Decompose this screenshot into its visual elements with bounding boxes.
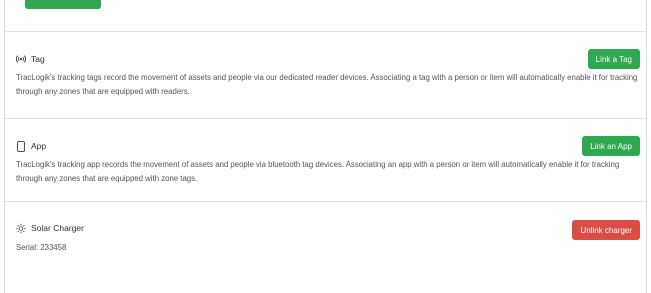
app-title: App (31, 141, 47, 151)
tag-title: Tag (31, 54, 45, 64)
content-panel: Tag Link a Tag TracLogik's tracking tags… (4, 0, 647, 293)
divider (5, 118, 646, 119)
divider (5, 201, 646, 202)
radio-signal-icon (16, 53, 26, 65)
tag-description: TracLogik's tracking tags record the mov… (16, 73, 638, 96)
app-description: TracLogik's tracking app records the mov… (16, 160, 620, 183)
link-app-button[interactable]: Link an App (582, 136, 640, 156)
top-partial-button[interactable] (25, 0, 101, 9)
phone-icon (16, 140, 26, 152)
charger-header: Solar Charger (16, 218, 84, 238)
unlink-charger-button[interactable]: Unlink charger (572, 220, 640, 240)
charger-title: Solar Charger (31, 223, 84, 233)
app-header: App (16, 136, 46, 156)
divider (5, 31, 646, 32)
charger-serial: Serial: 233458 (16, 243, 67, 252)
sun-icon (16, 222, 26, 234)
link-tag-button[interactable]: Link a Tag (587, 49, 640, 69)
tag-header: Tag (16, 49, 45, 69)
